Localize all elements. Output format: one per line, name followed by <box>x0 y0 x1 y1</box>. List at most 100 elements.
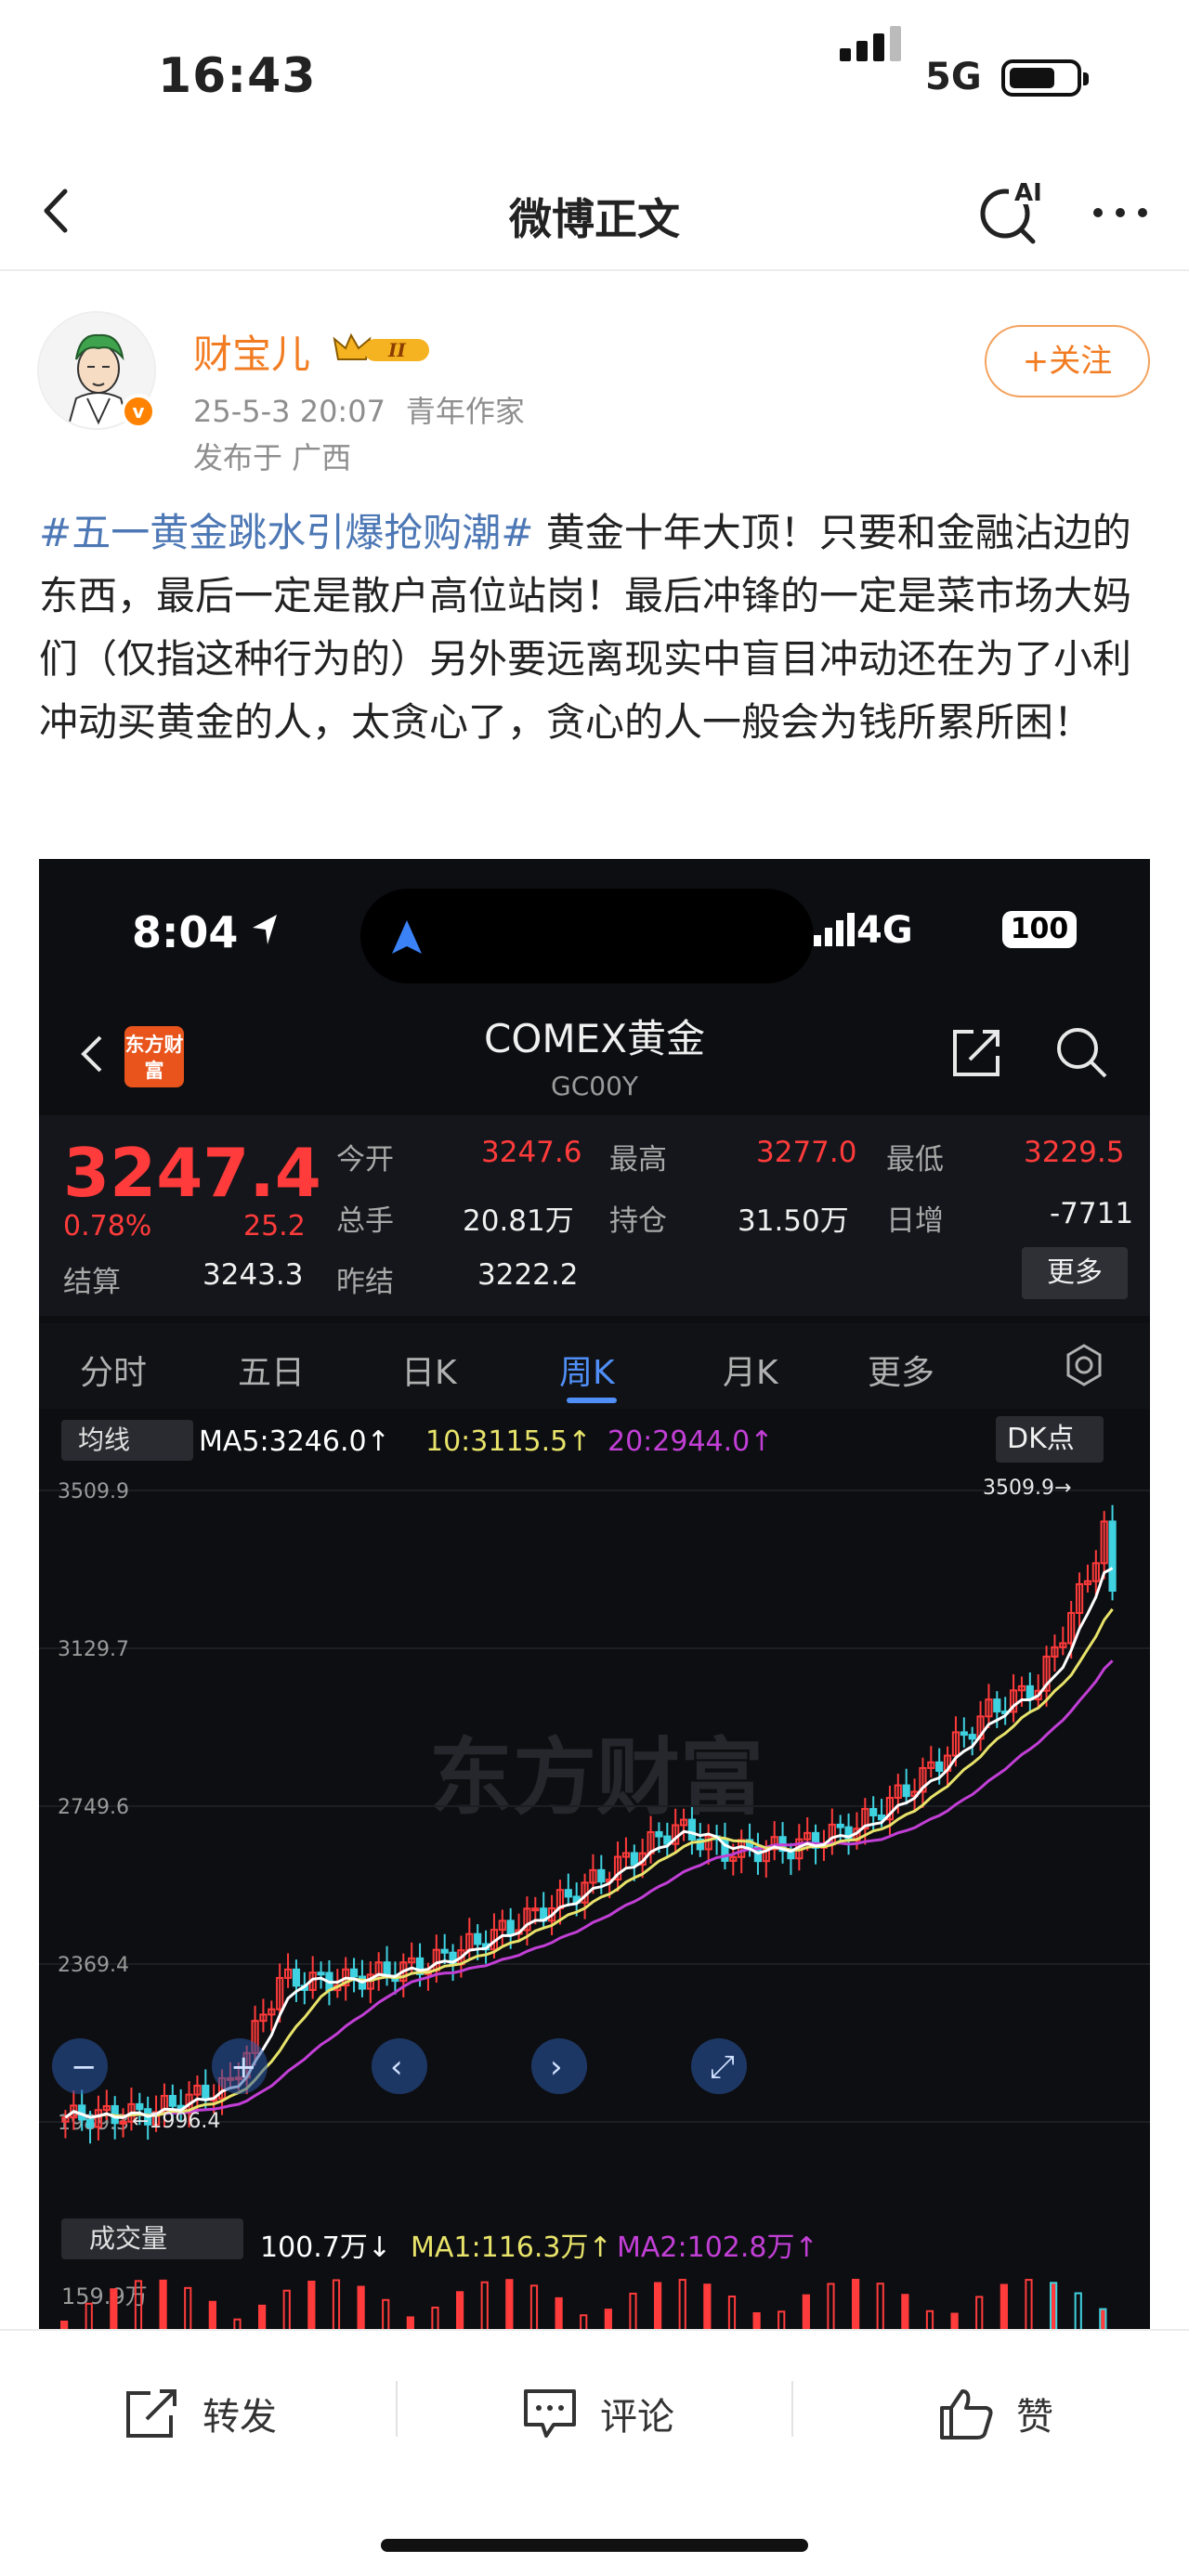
candle-body <box>993 1698 1001 1713</box>
volume-value: 20.81万 <box>463 1204 574 1238</box>
volume-bar <box>282 2289 291 2331</box>
y-tick-label: 2369.4 <box>58 1954 129 1977</box>
watermark: 东方财富 <box>429 1728 764 1827</box>
post-image[interactable]: 8:04 4G 100 东方财富 COMEX黄金 GC00Y 3247.4 0.… <box>39 859 1150 2331</box>
open-value: 3247.6 <box>481 1136 582 1169</box>
volume-bar <box>357 2285 365 2331</box>
tab-five-day[interactable]: 五日 <box>238 1346 305 1394</box>
prev-settle-label: 昨结 <box>336 1266 394 1299</box>
volume-bar <box>505 2279 514 2331</box>
volume-bar <box>208 2300 216 2331</box>
fullscreen-button[interactable]: ⤢ <box>691 2038 747 2094</box>
volume-bar <box>604 2309 612 2331</box>
ai-label: AI <box>1014 179 1042 207</box>
daily-inc-value: -7711 <box>1050 1197 1134 1230</box>
divider <box>791 2381 793 2437</box>
candle-body <box>119 2120 127 2125</box>
volume-bar <box>85 2302 93 2331</box>
candle-body <box>968 1734 976 1740</box>
location-arrow-icon <box>253 915 277 944</box>
comment-button[interactable]: 评论 <box>520 2381 674 2446</box>
volume-bar <box>703 2283 712 2331</box>
repost-button[interactable]: 转发 <box>123 2381 277 2446</box>
volume-bar <box>1099 2308 1107 2331</box>
volume-bar <box>555 2296 563 2331</box>
chart-search-icon[interactable] <box>1052 1022 1111 1082</box>
candle-body <box>836 1823 844 1828</box>
candle-body <box>869 1807 878 1816</box>
candle-body <box>474 1932 482 1945</box>
vip-level: II <box>387 339 406 361</box>
repost-label: 转发 <box>203 2396 277 2439</box>
ma5-value: MA5:3246.0↑ <box>199 1425 390 1458</box>
volume-bar <box>678 2279 686 2331</box>
volume-bar <box>110 2288 118 2331</box>
y-tick-label: 2749.6 <box>58 1796 129 1819</box>
volume-bar <box>480 2281 489 2331</box>
follow-button[interactable]: +关注 <box>985 325 1150 397</box>
status-time: 16:43 <box>158 48 317 104</box>
dk-point-button[interactable]: DK点 <box>996 1416 1104 1463</box>
ai-search-icon[interactable]: AI <box>975 175 1050 249</box>
daily-inc-label: 日增 <box>886 1204 944 1238</box>
tab-more[interactable]: 更多 <box>868 1346 934 1394</box>
like-button[interactable]: 赞 <box>936 2381 1053 2446</box>
candle-body <box>687 1818 697 1841</box>
volume-bar <box>307 2280 316 2331</box>
volume-bar <box>975 2296 984 2331</box>
settings-gear-icon[interactable] <box>1061 1342 1107 1388</box>
comment-label: 评论 <box>600 2396 674 2439</box>
verified-badge: v <box>121 394 156 429</box>
quote-more-button[interactable]: 更多 <box>1022 1247 1128 1299</box>
candle-body <box>935 1761 944 1772</box>
zoom-in-button[interactable]: + <box>212 2038 268 2094</box>
author-name[interactable]: 财宝儿 <box>193 323 310 380</box>
tab-weekly-k[interactable]: 周K <box>559 1346 615 1394</box>
zoom-in-glyph: + <box>230 2049 257 2086</box>
volume-bar <box>1025 2279 1033 2331</box>
volume-bar <box>827 2283 835 2331</box>
last-price: 3247.4 <box>63 1134 321 1212</box>
candle-body <box>349 1968 359 1978</box>
oi-value: 31.50万 <box>738 1204 849 1238</box>
volume-bar <box>629 2292 637 2331</box>
candle-body <box>564 1889 572 1898</box>
author-title: 青年作家 <box>405 394 525 429</box>
volume-bar <box>184 2286 192 2331</box>
volume-bar <box>456 2291 464 2331</box>
ma-selector[interactable]: 均线 <box>61 1420 193 1461</box>
low-label: 最低 <box>886 1143 944 1177</box>
candle-body <box>506 1919 515 1935</box>
battery-icon <box>1001 59 1089 97</box>
ma10-line <box>64 1607 1114 2119</box>
candle-body <box>597 1868 606 1883</box>
tab-monthly-k[interactable]: 月K <box>723 1346 778 1394</box>
share-icon[interactable] <box>947 1022 1007 1082</box>
volume-selector[interactable]: 成交量 <box>61 2218 243 2259</box>
candle-body <box>202 2084 210 2101</box>
more-icon[interactable] <box>1085 180 1156 245</box>
fullscreen-glyph: ⤢ <box>710 2049 735 2086</box>
candle-body <box>1108 1520 1117 1592</box>
shot-time: 8:04 <box>132 907 239 957</box>
settle-label: 结算 <box>63 1266 121 1299</box>
scroll-right-button[interactable]: › <box>531 2038 587 2094</box>
post-meta: 25-5-3 20:07 青年作家 <box>193 388 525 431</box>
volume-chart <box>60 2279 1107 2331</box>
scroll-left-button[interactable]: ‹ <box>372 2038 427 2094</box>
tab-intraday[interactable]: 分时 <box>80 1346 147 1394</box>
volume-bar <box>1074 2292 1082 2331</box>
tab-daily-k[interactable]: 日K <box>401 1346 457 1394</box>
network-label: 5G <box>925 56 982 98</box>
hashtag-link[interactable]: #五一黄金跳水引爆抢购潮# <box>39 510 533 555</box>
candlestick-chart[interactable]: 东方财富 3509.93129.72749.62369.41989.3 3509… <box>39 1463 1150 2168</box>
ma10-value: 10:3115.5↑ <box>425 1425 592 1458</box>
candle-body <box>136 2102 144 2111</box>
status-bar: 16:43 5G <box>0 0 1189 158</box>
volume-bar <box>654 2282 662 2331</box>
volume-ma1: MA1:116.3万↑ <box>411 2231 612 2264</box>
like-label: 赞 <box>1016 2396 1053 2439</box>
max-annotation: 3509.9→ <box>983 1477 1071 1500</box>
zoom-out-button[interactable]: − <box>52 2038 108 2094</box>
settle-value: 3243.3 <box>203 1258 304 1292</box>
